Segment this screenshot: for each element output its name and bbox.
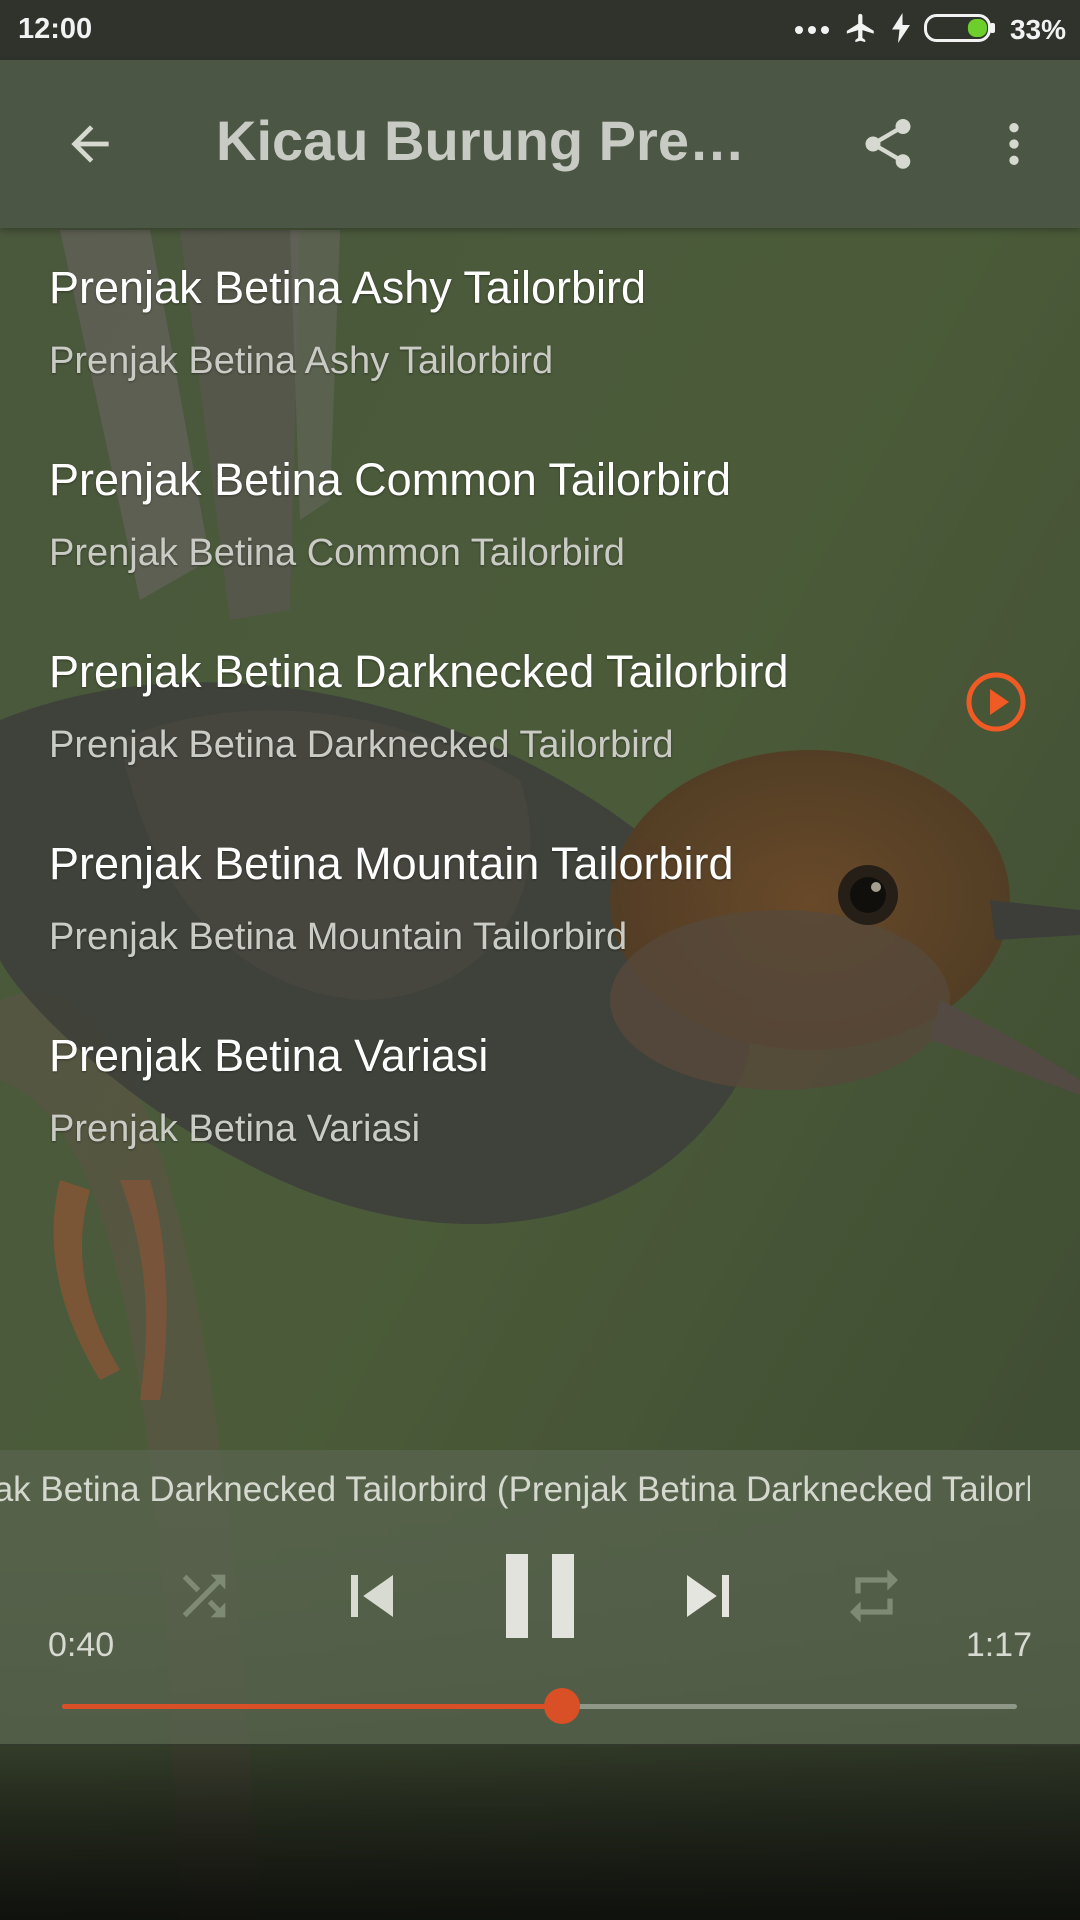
status-time: 12:00 xyxy=(18,13,93,45)
track-subtitle: Prenjak Betina Common Tailorbird xyxy=(49,532,625,574)
track-title: Prenjak Betina Variasi xyxy=(49,1030,489,1081)
track-list-item[interactable]: Prenjak Betina Common Tailorbird Prenjak… xyxy=(0,420,1080,612)
track-list-item[interactable]: Prenjak Betina Ashy Tailorbird Prenjak B… xyxy=(0,228,1080,420)
repeat-button[interactable] xyxy=(838,1560,910,1632)
track-list-item[interactable]: Prenjak Betina Variasi Prenjak Betina Va… xyxy=(0,996,1080,1188)
now-playing-marquee: Prenjak Betina Darknecked Tailorbird (Pr… xyxy=(0,1466,1030,1516)
track-list-item[interactable]: Prenjak Betina Mountain Tailorbird Prenj… xyxy=(0,804,1080,996)
track-list-item-playing[interactable]: Prenjak Betina Darknecked Tailorbird Pre… xyxy=(0,612,1080,804)
skip-previous-icon xyxy=(351,1575,393,1617)
shuffle-icon xyxy=(182,1574,226,1618)
track-subtitle: Prenjak Betina Darknecked Tailorbird xyxy=(49,724,674,766)
elapsed-time: 0:40 xyxy=(48,1626,115,1664)
next-track-button[interactable] xyxy=(666,1554,750,1638)
status-bar: 12:00 33% xyxy=(0,0,1080,60)
track-title: Prenjak Betina Darknecked Tailorbird xyxy=(49,646,789,697)
repeat-icon xyxy=(850,1569,898,1623)
previous-track-button[interactable] xyxy=(330,1554,414,1638)
track-title: Prenjak Betina Ashy Tailorbird xyxy=(49,262,646,313)
more-dots-icon xyxy=(794,21,830,39)
app-bar: Kicau Burung Prenjak Betina Terbaik xyxy=(0,60,1080,228)
track-subtitle: Prenjak Betina Ashy Tailorbird xyxy=(49,340,554,382)
back-button[interactable] xyxy=(40,94,140,194)
share-icon xyxy=(865,119,911,169)
pause-button[interactable] xyxy=(490,1542,590,1652)
bottom-shade xyxy=(0,1744,1080,1920)
arrow-left-icon xyxy=(71,125,109,163)
track-subtitle: Prenjak Betina Mountain Tailorbird xyxy=(49,916,628,958)
now-playing-title: Prenjak Betina Darknecked Tailorbird (Pr… xyxy=(0,1470,1030,1509)
charging-bolt-icon xyxy=(891,12,910,48)
total-duration: 1:17 xyxy=(965,1626,1032,1664)
overflow-menu-icon xyxy=(1009,123,1019,165)
page-title: Kicau Burung Prenjak Betina Terbaik xyxy=(216,109,776,172)
battery-percent: 33% xyxy=(1009,14,1066,45)
track-list: Prenjak Betina Ashy Tailorbird Prenjak B… xyxy=(0,228,1080,1188)
share-button[interactable] xyxy=(838,94,938,194)
music-player-screen: 12:00 33% Kicau Burung Prenja Prenjak Be… xyxy=(0,0,1080,1920)
battery-icon xyxy=(923,13,996,48)
seek-bar-progress xyxy=(62,1704,563,1709)
player-panel: Prenjak Betina Darknecked Tailorbird (Pr… xyxy=(0,1450,1080,1746)
seek-bar-thumb[interactable] xyxy=(544,1688,581,1724)
skip-next-icon xyxy=(687,1575,729,1617)
now-playing-icon xyxy=(966,672,1026,732)
airplane-mode-icon xyxy=(844,11,878,50)
track-title: Prenjak Betina Common Tailorbird xyxy=(49,454,731,505)
track-title: Prenjak Betina Mountain Tailorbird xyxy=(49,838,734,889)
track-subtitle: Prenjak Betina Variasi xyxy=(49,1108,421,1150)
overflow-menu-button[interactable] xyxy=(964,94,1064,194)
shuffle-button[interactable] xyxy=(168,1560,240,1632)
pause-icon xyxy=(506,1554,574,1638)
seek-bar[interactable] xyxy=(62,1688,1017,1724)
status-icons: 33% xyxy=(794,10,1066,50)
